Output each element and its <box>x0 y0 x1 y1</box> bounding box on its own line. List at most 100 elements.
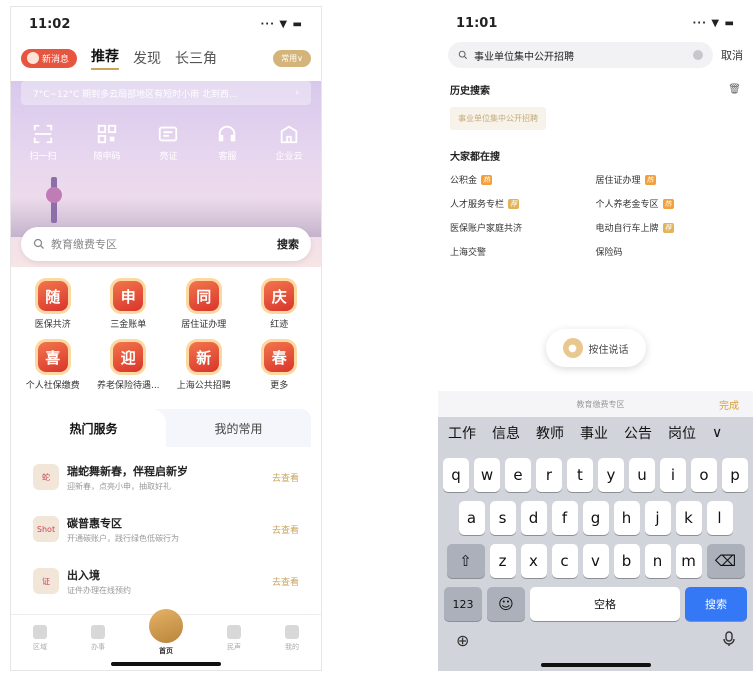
service-label: 更多 <box>270 381 289 391</box>
hold-to-talk-button[interactable]: ● 按住说话 <box>545 329 646 367</box>
key[interactable]: i <box>660 458 686 492</box>
key[interactable]: r <box>536 458 562 492</box>
space-key[interactable]: 空格 <box>530 587 680 621</box>
nav-home[interactable]: 首页 <box>149 609 183 656</box>
nav-voice[interactable]: 民声 <box>227 625 241 652</box>
tab-my-frequent[interactable]: 我的常用 <box>166 409 311 447</box>
service-pension[interactable]: 迎养老保险待遇... <box>91 342 167 391</box>
search-button[interactable]: 搜索 <box>277 236 299 252</box>
delete-key-icon[interactable]: ⌫ <box>706 544 745 578</box>
hot-item[interactable]: 公积金热 <box>450 173 596 186</box>
service-medical-mutual[interactable]: 随医保共济 <box>15 281 91 330</box>
customer-service-button[interactable]: 客服 <box>216 123 238 162</box>
cancel-button[interactable]: 取消 <box>721 47 743 63</box>
key[interactable]: x <box>520 544 547 578</box>
key[interactable]: g <box>582 501 609 535</box>
badge-icon: 新 <box>188 342 219 372</box>
key[interactable]: a <box>458 501 485 535</box>
service-red-trail[interactable]: 庆红迹 <box>242 281 318 330</box>
chevron-down-icon[interactable]: ∨ <box>712 425 722 441</box>
key[interactable]: v <box>582 544 609 578</box>
emoji-key-icon[interactable]: ☺ <box>487 587 525 621</box>
key[interactable]: l <box>706 501 733 535</box>
hot-item[interactable]: 保险码 <box>596 245 742 258</box>
shift-key-icon[interactable]: ⇧ <box>446 544 485 578</box>
done-button[interactable]: 完成 <box>719 397 739 412</box>
nav-me[interactable]: 我的 <box>285 625 299 652</box>
view-link[interactable]: 去查看 <box>272 575 299 588</box>
weather-banner[interactable]: 7°C~12°C 期到多云局部地区有短时小雨 北到西... › <box>21 81 311 105</box>
key[interactable]: h <box>613 501 640 535</box>
hot-item[interactable]: 医保账户家庭共济 <box>450 221 596 234</box>
hot-item[interactable]: 电动自行车上牌荐 <box>596 221 742 234</box>
service-grid: 随医保共济 申三金账单 同居住证办理 庆红迹 喜个人社保缴费 迎养老保险待遇..… <box>11 267 321 391</box>
key[interactable]: b <box>613 544 640 578</box>
trash-icon[interactable]: 🗑 <box>728 84 741 95</box>
candidate-word[interactable]: 工作 <box>448 423 476 443</box>
hot-item[interactable]: 人才服务专栏荐 <box>450 197 596 210</box>
service-more[interactable]: 春更多 <box>242 342 318 391</box>
mode-switch-button[interactable]: 常用∨ <box>273 49 311 67</box>
candidate-word[interactable]: 岗位 <box>668 423 696 443</box>
new-message-label: 新消息 <box>42 54 70 65</box>
key[interactable]: z <box>489 544 516 578</box>
key[interactable]: k <box>675 501 702 535</box>
nav-services[interactable]: 办事 <box>91 625 105 652</box>
new-message-button[interactable]: 新消息 <box>21 48 78 68</box>
numbers-key[interactable]: 123 <box>444 587 482 621</box>
hot-item[interactable]: 上海交警 <box>450 245 596 258</box>
key[interactable]: e <box>505 458 531 492</box>
candidate-word[interactable]: 事业 <box>580 423 608 443</box>
key[interactable]: y <box>598 458 624 492</box>
show-license-button[interactable]: 亮证 <box>157 123 179 162</box>
top-nav: 新消息 推荐 发现 长三角 常用∨ <box>11 41 321 75</box>
globe-icon[interactable]: ⊕ <box>456 631 469 650</box>
key[interactable]: w <box>474 458 500 492</box>
tab-discover[interactable]: 发现 <box>133 48 161 68</box>
key[interactable]: f <box>551 501 578 535</box>
scan-button[interactable]: 扫一扫 <box>29 123 57 162</box>
service-three-funds[interactable]: 申三金账单 <box>91 281 167 330</box>
history-chip[interactable]: 事业单位集中公开招聘 <box>450 107 546 130</box>
key[interactable]: j <box>644 501 671 535</box>
key[interactable]: d <box>520 501 547 535</box>
key[interactable]: t <box>567 458 593 492</box>
home-indicator[interactable] <box>111 662 221 666</box>
service-residence-permit[interactable]: 同居住证办理 <box>166 281 242 330</box>
service-label: 居住证办理 <box>181 320 227 330</box>
candidate-word[interactable]: 信息 <box>492 423 520 443</box>
home-search-bar[interactable]: 教育缴费专区 搜索 <box>21 227 311 261</box>
search-input[interactable]: 事业单位集中公开招聘 <box>448 42 713 68</box>
enterprise-cloud-button[interactable]: 企业云 <box>275 123 302 162</box>
apply-code-button[interactable]: 随申码 <box>93 123 121 162</box>
key[interactable]: s <box>489 501 516 535</box>
hot-item-label: 公积金 <box>450 176 478 186</box>
key[interactable]: q <box>443 458 469 492</box>
key[interactable]: n <box>644 544 671 578</box>
nav-region[interactable]: 区域 <box>33 625 47 652</box>
key[interactable]: u <box>629 458 655 492</box>
list-item[interactable]: 蛇 瑞蛇舞新春，伴程启新岁 迎新春，点亮小申，抽取好礼 去查看 <box>33 451 299 503</box>
service-social-insurance[interactable]: 喜个人社保缴费 <box>15 342 91 391</box>
tab-recommend[interactable]: 推荐 <box>91 46 120 70</box>
search-key[interactable]: 搜索 <box>685 587 747 621</box>
service-public-recruitment[interactable]: 新上海公共招聘 <box>166 342 242 391</box>
view-link[interactable]: 去查看 <box>272 471 299 484</box>
home-indicator[interactable] <box>540 663 651 667</box>
customer-service-label: 客服 <box>218 152 237 162</box>
candidate-word[interactable]: 公告 <box>624 423 652 443</box>
view-link[interactable]: 去查看 <box>272 523 299 536</box>
hot-item[interactable]: 居住证办理热 <box>596 173 742 186</box>
tab-yangtze-delta[interactable]: 长三角 <box>175 48 217 68</box>
tab-hot-services[interactable]: 热门服务 <box>21 409 166 447</box>
key[interactable]: o <box>691 458 717 492</box>
microphone-icon[interactable] <box>723 631 735 647</box>
hot-item[interactable]: 个人养老金专区热 <box>596 197 742 210</box>
key[interactable]: c <box>551 544 578 578</box>
candidate-word[interactable]: 教师 <box>536 423 564 443</box>
list-item[interactable]: Shot 碳普惠专区 开通碳账户，践行绿色低碳行为 去查看 <box>33 503 299 555</box>
key[interactable]: p <box>722 458 748 492</box>
clear-icon[interactable] <box>693 50 703 60</box>
list-item[interactable]: 证 出入境 证件办理在线预约 去查看 <box>33 555 299 607</box>
key[interactable]: m <box>675 544 702 578</box>
